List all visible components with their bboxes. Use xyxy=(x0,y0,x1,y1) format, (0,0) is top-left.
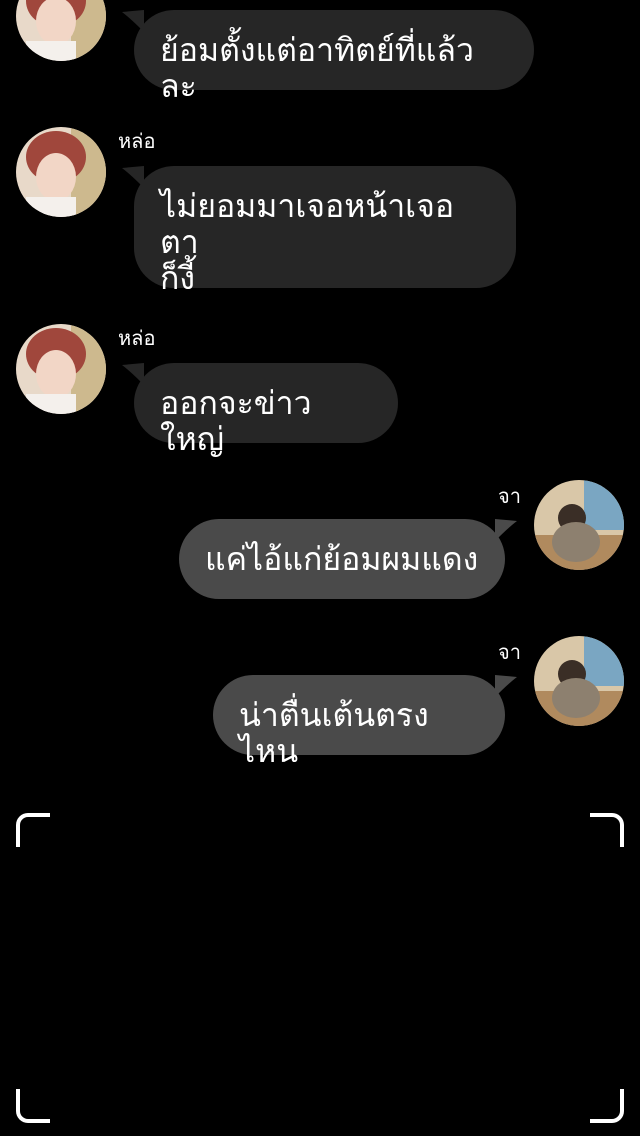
message-bubble-2[interactable]: ไม่ยอมมาเจอหน้าเจอตา ก็งี้ xyxy=(122,166,516,296)
bubble-tail-icon xyxy=(122,363,144,385)
sender-name: หล่อ xyxy=(118,129,156,153)
avatar-red-hair-icon[interactable] xyxy=(16,324,106,414)
avatar-red-hair-icon[interactable] xyxy=(16,127,106,217)
sender-name: จา xyxy=(498,484,521,508)
viewfinder-corner-icon xyxy=(590,813,624,847)
viewfinder-corner-icon xyxy=(16,813,50,847)
message-text: น่าตื่นเต้นตรงไหน xyxy=(239,696,429,770)
bubble-tail-icon xyxy=(122,166,144,188)
avatar-cafe-icon[interactable] xyxy=(534,636,624,726)
message-text: ย้อมตั้งแต่อาทิตย์ที่แล้วละ xyxy=(160,31,474,105)
message-text: ออกจะข่าว ใหญ่ xyxy=(160,384,312,458)
message-bubble-3[interactable]: ออกจะข่าว ใหญ่ xyxy=(122,363,398,457)
viewfinder-corner-icon xyxy=(590,1089,624,1123)
avatar-red-hair-icon[interactable] xyxy=(16,0,106,61)
message-bubble-4[interactable]: แค่ไอ้แก่ย้อมผมแดง xyxy=(179,519,517,599)
message-bubble-1[interactable]: ย้อมตั้งแต่อาทิตย์ที่แล้วละ xyxy=(122,10,534,104)
viewfinder-corner-icon xyxy=(16,1089,50,1123)
message-text: ไม่ยอมมาเจอหน้าเจอตา ก็งี้ xyxy=(160,187,455,297)
bubble-tail-icon xyxy=(495,519,517,541)
avatar-cafe-icon[interactable] xyxy=(534,480,624,570)
sender-name: หล่อ xyxy=(118,326,156,350)
message-bubble-5[interactable]: น่าตื่นเต้นตรงไหน xyxy=(213,675,517,769)
message-text: แค่ไอ้แก่ย้อมผมแดง xyxy=(205,540,479,578)
sender-name: จา xyxy=(498,640,521,664)
bubble-tail-icon xyxy=(122,10,144,32)
bubble-tail-icon xyxy=(495,675,517,697)
